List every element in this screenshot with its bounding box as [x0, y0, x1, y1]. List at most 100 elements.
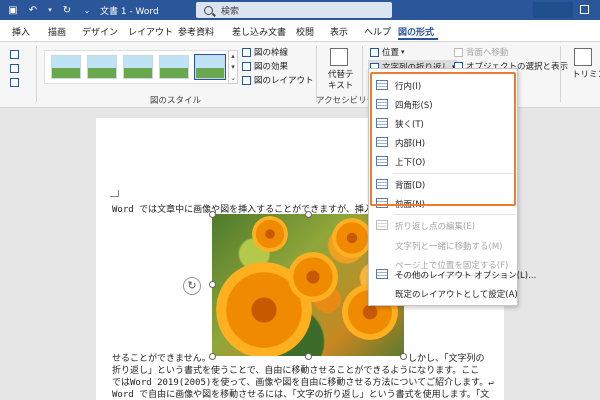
account-button[interactable]: [533, 2, 573, 18]
menu-item-square[interactable]: 四角形(S): [369, 95, 517, 114]
menu-item-inline[interactable]: 行内(I): [369, 76, 517, 95]
flower-shape: [332, 218, 372, 258]
menu-item-label: 背面(D): [395, 181, 426, 191]
menu-item-label: その他のレイアウト オプション(L)...: [395, 271, 537, 281]
search-input[interactable]: 検索: [196, 2, 392, 18]
alt-text-icon[interactable]: [330, 48, 348, 66]
picture-style-thumb[interactable]: [87, 55, 117, 79]
send-backward-icon: [454, 47, 463, 57]
position-button[interactable]: 位置 ▾: [370, 46, 405, 58]
picture-styles-gallery: [44, 50, 232, 84]
menu-item-behind-text[interactable]: 背面(D): [369, 175, 517, 194]
picture-style-thumb[interactable]: [159, 55, 189, 79]
flower-shape: [288, 252, 338, 302]
picture-styles-group-label: 図のスタイル: [150, 96, 202, 106]
title-bar: ▣ ↶ ▾ ↻ ⌄ 文書 1 - Word 検索: [0, 0, 600, 20]
picture-border-icon: [242, 47, 251, 57]
ribbon-separator: [36, 46, 37, 102]
picture-effects-label: 図の効果: [254, 62, 289, 72]
active-tab-indicator: [398, 38, 438, 40]
edit-wrap-points-icon: [376, 220, 388, 230]
menu-item-label: 四角形(S): [395, 101, 433, 111]
tab-references[interactable]: 参考資料: [178, 25, 214, 38]
wrap-top-bottom-icon: [376, 156, 388, 166]
picture-style-thumb[interactable]: [51, 55, 81, 79]
crop-label[interactable]: トリミング: [572, 68, 600, 80]
wrap-behind-text-icon: [376, 179, 388, 189]
resize-handle[interactable]: [209, 281, 216, 288]
resize-handle[interactable]: [305, 353, 312, 360]
tab-review[interactable]: 校閲: [296, 25, 314, 38]
position-label: 位置: [382, 48, 400, 58]
tab-draw[interactable]: 描画: [48, 25, 66, 38]
wrap-in-front-icon: [376, 198, 388, 208]
color-icon[interactable]: [10, 64, 19, 73]
margin-mark: [110, 196, 118, 197]
layout-options-icon: [376, 269, 388, 279]
picture-effects-button[interactable]: 図の効果: [242, 60, 288, 72]
picture-layout-button[interactable]: 図のレイアウト: [242, 74, 314, 86]
tab-mailings[interactable]: 差し込み文書: [232, 25, 286, 38]
menu-item-in-front-of-text[interactable]: 前面(N): [369, 194, 517, 213]
search-icon: [204, 5, 213, 15]
menu-item-move-with-text[interactable]: 文字列と一緒に移動する(M): [369, 236, 517, 255]
menu-separator: [393, 214, 515, 215]
tab-help[interactable]: ヘルプ: [364, 25, 391, 38]
picture-effects-icon: [242, 61, 251, 71]
document-title: 文書 1 - Word: [100, 7, 159, 17]
picture-layout-icon: [242, 75, 251, 85]
resize-handle[interactable]: [305, 211, 312, 218]
picture-border-button[interactable]: 図の枠線: [242, 46, 288, 58]
menu-item-label: 文字列と一緒に移動する(M): [395, 242, 503, 252]
position-icon: [370, 47, 379, 57]
chevron-down-icon: ▾: [401, 48, 405, 56]
undo-icon[interactable]: ↶: [26, 3, 40, 17]
tab-layout[interactable]: レイアウト: [128, 25, 173, 38]
menu-item-label: 内部(H): [395, 139, 426, 149]
tab-view[interactable]: 表示: [330, 25, 348, 38]
redo-icon[interactable]: ↻: [60, 3, 74, 17]
send-backward-button[interactable]: 背面へ移動: [454, 46, 509, 58]
menu-item-tight[interactable]: 狭く(T): [369, 114, 517, 133]
menu-item-more-layout-options[interactable]: その他のレイアウト オプション(L)...: [369, 265, 536, 284]
send-backward-label: 背面へ移動: [466, 48, 509, 58]
tab-design[interactable]: デザイン: [82, 25, 118, 38]
artistic-effects-icon[interactable]: [10, 78, 19, 87]
alt-text-label-2[interactable]: キスト: [328, 79, 353, 91]
restore-window-icon[interactable]: [580, 5, 589, 14]
menu-item-label: 上下(O): [395, 158, 426, 168]
customize-toolbar-icon[interactable]: ⌄: [80, 3, 94, 17]
wrap-through-icon: [376, 137, 388, 147]
menu-item-edit-wrap-points[interactable]: 折り返し点の編集(E): [369, 216, 517, 235]
gallery-scroll[interactable]: ▴ ▾ ⌄: [228, 50, 238, 84]
picture-layout-label: 図のレイアウト: [254, 76, 314, 86]
ribbon-separator: [560, 46, 561, 102]
menu-item-label: 行内(I): [395, 82, 422, 92]
tab-insert[interactable]: 挿入: [12, 25, 30, 38]
picture-border-label: 図の枠線: [254, 48, 289, 58]
picture-style-thumb[interactable]: [123, 55, 153, 79]
menu-item-label: 狭く(T): [395, 120, 424, 130]
resize-handle[interactable]: [209, 211, 216, 218]
tab-picture-format[interactable]: 図の形式: [398, 25, 434, 38]
menu-item-label: 折り返し点の編集(E): [395, 222, 476, 232]
menu-item-set-as-default[interactable]: 既定のレイアウトとして設定(A): [369, 284, 518, 303]
flower-shape: [252, 216, 288, 252]
crop-icon[interactable]: [574, 48, 592, 66]
picture-style-thumb[interactable]: [194, 54, 226, 80]
save-icon[interactable]: ▣: [6, 3, 20, 17]
menu-item-through[interactable]: 内部(H): [369, 133, 517, 152]
document-text-line[interactable]: Word で自由に画像や図を移動させるには、「文字の折り返し」という書式を使用し…: [112, 387, 504, 400]
resize-handle[interactable]: [209, 353, 216, 360]
wrap-inline-icon: [376, 80, 388, 90]
undo-dropdown-icon[interactable]: ▾: [46, 3, 54, 17]
corrections-icon[interactable]: [10, 50, 19, 59]
margin-mark: [118, 190, 119, 197]
menu-item-label: 前面(N): [395, 200, 425, 210]
ribbon-separator: [362, 46, 363, 102]
menu-item-top-bottom[interactable]: 上下(O): [369, 152, 517, 171]
wrap-square-icon: [376, 99, 388, 109]
resize-handle[interactable]: [400, 353, 407, 360]
menu-item-label: 既定のレイアウトとして設定(A): [395, 290, 518, 300]
rotate-handle-icon[interactable]: ↻: [183, 277, 201, 295]
